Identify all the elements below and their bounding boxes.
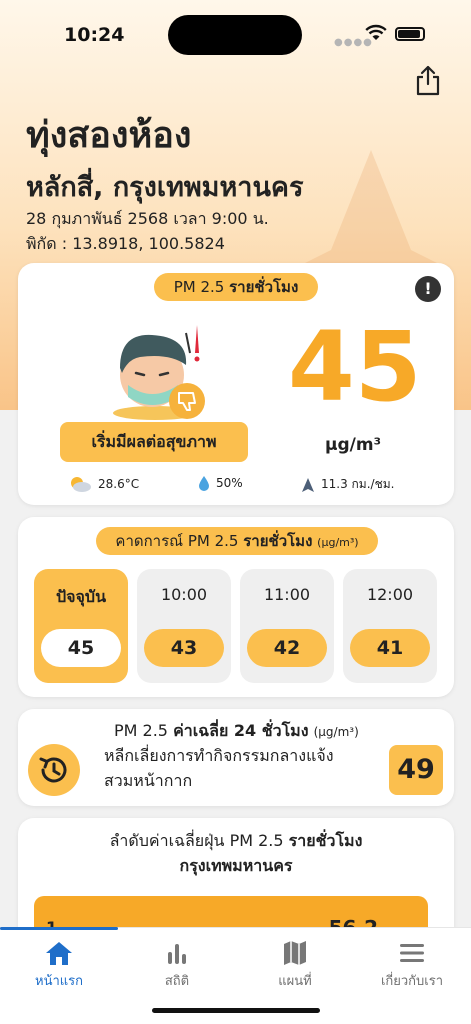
home-indicator (152, 1008, 320, 1013)
average-title: PM 2.5 ค่าเฉลี่ย 24 ชั่วโมง (µg/m³) (114, 721, 359, 740)
info-icon[interactable]: ! (415, 276, 441, 302)
temperature: 28.6°C (68, 475, 139, 493)
thumbs-down-icon (169, 383, 205, 419)
current-pill: PM 2.5 รายชั่วโมง (154, 273, 318, 301)
forecast-card: คาดการณ์ PM 2.5 รายชั่วโมง (µg/m³) ปัจจุ… (18, 517, 454, 697)
history-icon[interactable] (28, 744, 80, 796)
clock: 10:24 (64, 24, 125, 46)
health-status-button[interactable]: เริ่มมีผลต่อสุขภาพ (60, 422, 248, 462)
map-icon (284, 941, 306, 965)
status-bar: 10:24 ●●●● (0, 0, 471, 70)
average-value: 49 (389, 745, 443, 795)
partly-cloudy-icon (71, 477, 91, 492)
forecast-item-1200[interactable]: 12:00 41 (343, 569, 437, 683)
average-24h-card: PM 2.5 ค่าเฉลี่ย 24 ชั่วโมง (µg/m³) หลีก… (18, 709, 454, 806)
forecast-item-now[interactable]: ปัจจุบัน 45 (34, 569, 128, 683)
tab-stats[interactable]: สถิติ (118, 940, 236, 991)
forecast-pill: คาดการณ์ PM 2.5 รายชั่วโมง (µg/m³) (96, 527, 378, 555)
share-icon[interactable] (414, 64, 442, 96)
water-drop-icon (199, 476, 209, 491)
active-tab-indicator (0, 927, 118, 930)
tab-about[interactable]: เกี่ยวกับเรา (353, 940, 471, 991)
date-time: 28 กุมภาพันธ์ 2568 เวลา 9:00 น. (26, 209, 269, 228)
battery-icon (395, 27, 425, 41)
stats-icon (168, 944, 186, 964)
menu-icon (400, 944, 424, 962)
health-advice: หลีกเลี่ยงการทำกิจกรรมกลางแจ้ง สวมหน้ากา… (104, 746, 334, 790)
dynamic-island (168, 15, 302, 55)
forecast-item-1000[interactable]: 10:00 43 (137, 569, 231, 683)
pm25-value: 45 (288, 311, 422, 423)
ranking-title: ลำดับค่าเฉลี่ยฝุ่น PM 2.5 รายชั่วโมง กรุ… (109, 831, 363, 875)
home-icon (46, 942, 72, 965)
tab-map[interactable]: แผนที่ (236, 940, 354, 991)
tab-home[interactable]: หน้าแรก (0, 940, 118, 991)
current-aqi-card: PM 2.5 รายชั่วโมง ! เริ่มมีผลต่อสุขภาพ 4… (18, 263, 454, 505)
pm25-unit: µg/m³ (324, 435, 382, 455)
humidity: 50% (198, 475, 243, 491)
location-name: ทุ่งสองห้อง (26, 115, 192, 156)
wind: 11.3 กม./ชม. (301, 475, 394, 494)
forecast-item-1100[interactable]: 11:00 42 (240, 569, 334, 683)
wifi-icon (365, 24, 387, 40)
wind-direction-icon (302, 477, 314, 492)
coordinates: พิกัด : 13.8918, 100.5824 (26, 234, 225, 253)
location-province: หลักสี่, กรุงเทพมหานคร (26, 172, 304, 203)
